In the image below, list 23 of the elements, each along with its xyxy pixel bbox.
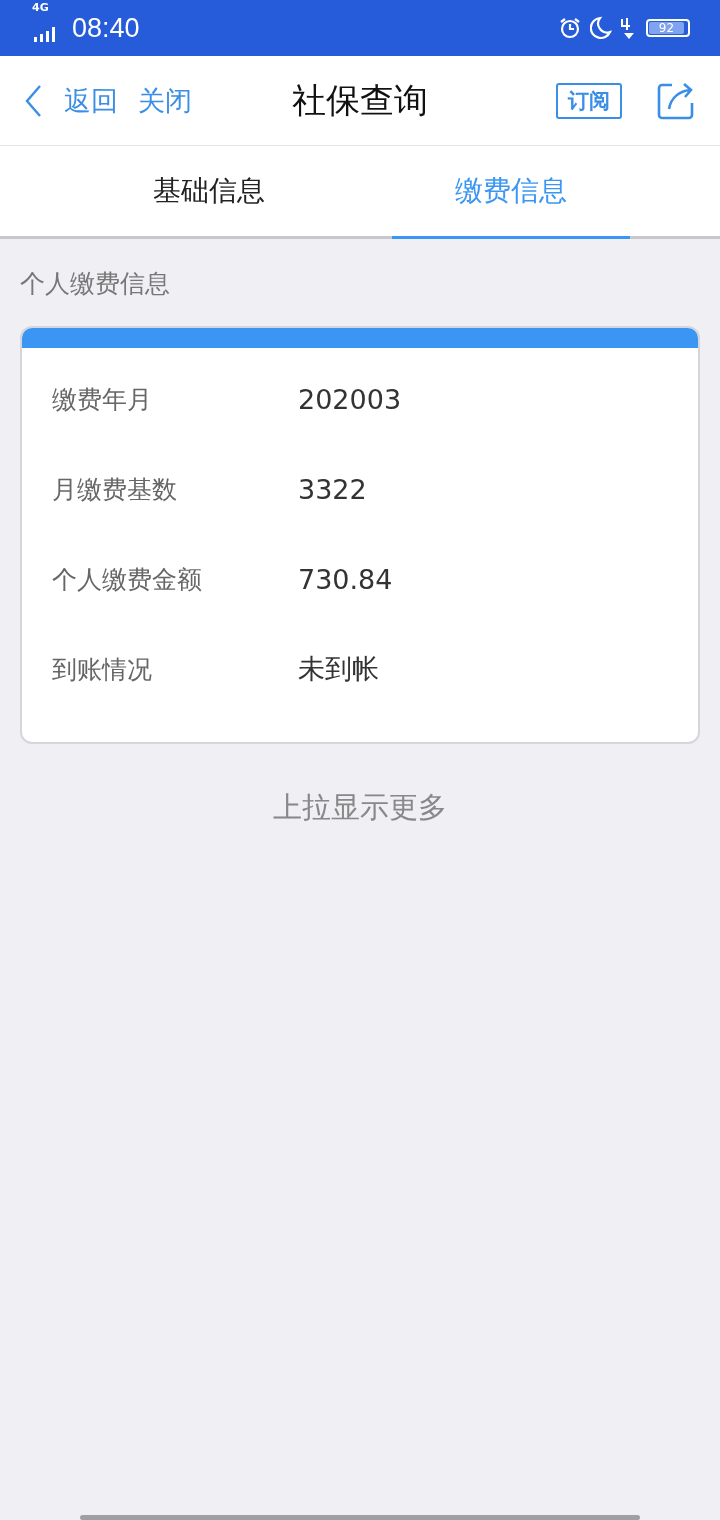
field-label: 个人缴费金额: [52, 563, 203, 596]
alarm-icon: [558, 16, 582, 40]
clock-time: 08:40: [72, 12, 140, 44]
back-link[interactable]: 返回: [64, 82, 118, 119]
page-title: 社保查询: [292, 78, 428, 122]
tab[interactable]: 基础信息: [90, 146, 328, 239]
section-title: 个人缴费信息: [20, 268, 171, 300]
close-link[interactable]: 关闭: [138, 82, 192, 119]
network-label: 4G: [32, 0, 49, 14]
subscribe-button[interactable]: 订阅: [556, 82, 622, 119]
moon-icon: [590, 16, 612, 40]
share-icon[interactable]: [656, 80, 696, 121]
field-label: 到账情况: [52, 653, 153, 686]
field-value: 202003: [298, 383, 402, 415]
field-value: 3322: [298, 473, 367, 505]
load-more-hint: 上拉显示更多: [272, 789, 448, 826]
back-icon[interactable]: [24, 83, 44, 118]
field-label: 缴费年月: [52, 383, 153, 416]
tab[interactable]: 缴费信息: [392, 146, 630, 239]
field-value: 未到帐: [298, 652, 379, 686]
field-label: 月缴费基数: [52, 473, 178, 506]
field-value: 730.84: [298, 563, 393, 595]
battery-level: 92: [649, 22, 684, 34]
